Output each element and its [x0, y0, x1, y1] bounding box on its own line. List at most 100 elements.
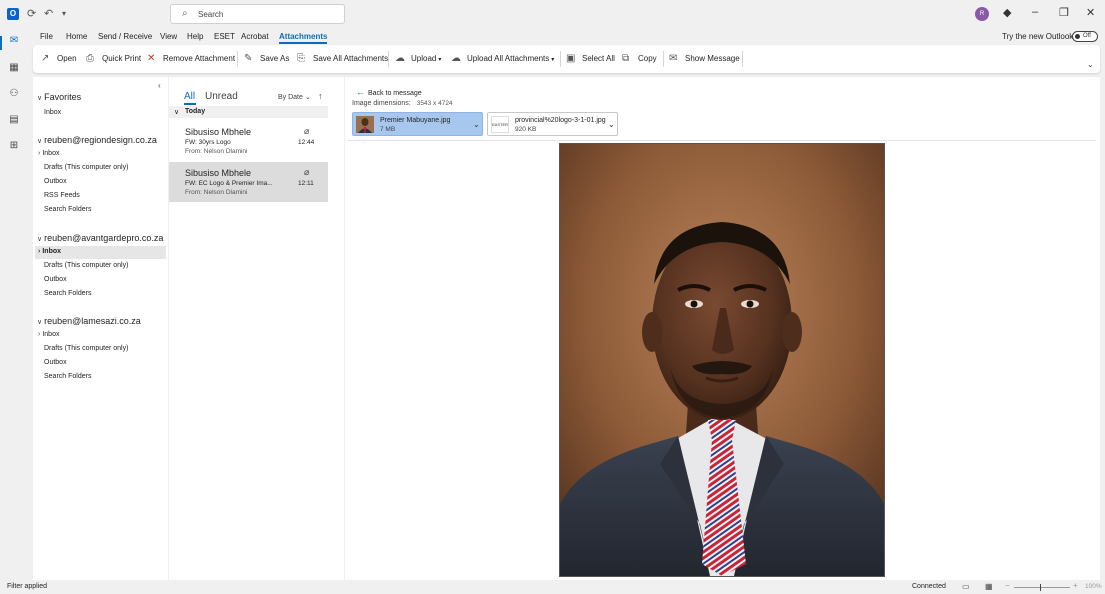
list-item[interactable]: Sibusiso Mbhele FW: 30yrs Logo From: Nel… — [169, 121, 328, 161]
folder-outbox[interactable]: Outbox — [44, 359, 67, 366]
folder-inbox[interactable]: › Inbox — [38, 331, 59, 338]
ribbon-divider — [560, 51, 561, 67]
folder-search-folders[interactable]: Search Folders — [44, 290, 91, 297]
ribbon: ↗ Open ⎙ Quick Print ✕ Remove Attachment ✎ S… — [33, 45, 1100, 73]
attachment-chip[interactable]: Premier Mabuyane.jpg 7 MB ⌄ — [352, 112, 483, 136]
chevron-down-icon[interactable]: ⌄ — [473, 120, 480, 129]
tab-home[interactable]: Home — [66, 32, 87, 41]
search-icon: ⌕ — [182, 8, 188, 19]
save-all-icon: ⎘ — [297, 53, 305, 64]
select-all-button[interactable]: ▣ Select All — [566, 53, 615, 67]
message-from: From: Nelson Dlamini — [185, 148, 248, 155]
sync-icon[interactable]: ⟳ — [27, 7, 36, 20]
cloud-upload-all-icon: ☁ — [451, 53, 461, 64]
select-all-icon: ▣ — [566, 53, 576, 64]
folder-search-folders[interactable]: Search Folders — [44, 206, 91, 213]
toggle-label: Off — [1083, 33, 1091, 39]
zoom-level: 100% — [1085, 583, 1102, 590]
quick-access-dropdown-icon[interactable]: ▾ — [62, 9, 66, 18]
folder-inbox[interactable]: › Inbox — [38, 150, 59, 157]
tasks-icon[interactable]: ▤ — [6, 114, 22, 128]
people-icon[interactable]: ⚇ — [6, 88, 22, 102]
restore-icon[interactable]: ❐ — [1059, 6, 1069, 19]
avatar[interactable]: R — [975, 7, 989, 21]
reading-view-icon[interactable]: ▦ — [985, 582, 993, 591]
premium-diamond-icon[interactable]: ◆ — [1003, 6, 1011, 19]
tab-help[interactable]: Help — [187, 32, 203, 41]
tab-file[interactable]: File — [40, 32, 53, 41]
paperclip-icon: ⌀ — [304, 126, 310, 136]
filter-all-underline — [184, 103, 196, 105]
tab-view[interactable]: View — [160, 32, 177, 41]
tab-acrobat[interactable]: Acrobat — [241, 32, 269, 41]
upload-all-attachments-button[interactable]: ☁ Upload All Attachments ▾ — [451, 53, 554, 67]
minimize-icon[interactable]: – — [1032, 6, 1038, 18]
upload-dropdown-icon: ▾ — [438, 56, 442, 63]
paperclip-icon: ⌀ — [304, 167, 310, 177]
undo-icon[interactable]: ↶ — [44, 7, 53, 20]
folder-drafts[interactable]: Drafts (This computer only) — [44, 345, 128, 352]
group-label: Today — [185, 108, 206, 115]
mail-icon[interactable]: ✉ — [6, 35, 22, 49]
folder-drafts[interactable]: Drafts (This computer only) — [44, 164, 128, 171]
back-to-message-link[interactable]: ← Back to message — [356, 87, 422, 97]
group-header-today[interactable]: ∨ Today — [169, 106, 328, 118]
chevron-down-icon: ∨ — [37, 319, 43, 326]
show-message-button[interactable]: ✉ Show Message — [669, 53, 740, 67]
message-icon: ✉ — [669, 53, 678, 64]
filter-all-tab[interactable]: All — [184, 91, 195, 102]
close-icon[interactable]: ✕ — [1086, 6, 1095, 19]
filter-unread-tab[interactable]: Unread — [205, 91, 238, 102]
ribbon-divider — [237, 51, 238, 67]
collapse-folder-pane-icon[interactable]: ‹ — [158, 81, 161, 90]
copy-button[interactable]: ⧉ Copy — [622, 53, 657, 67]
sort-by-date-dropdown[interactable]: By Date ⌄ — [278, 93, 311, 101]
cloud-upload-icon: ☁ — [395, 53, 405, 64]
save-all-attachments-button[interactable]: ⎘ Save All Attachments — [297, 53, 388, 67]
message-sender: Sibusiso Mbhele — [185, 127, 252, 137]
favorites-inbox[interactable]: Inbox — [44, 109, 61, 116]
attachment-chip[interactable]: EASTERN provincial%20logo-3-1-01.jpg 920… — [487, 112, 618, 136]
folder-outbox[interactable]: Outbox — [44, 276, 67, 283]
search-placeholder: Search — [198, 10, 224, 19]
list-item[interactable]: Sibusiso Mbhele FW: EC Logo & Premier Im… — [169, 162, 328, 202]
folder-drafts[interactable]: Drafts (This computer only) — [44, 262, 128, 269]
remove-attachment-button[interactable]: ✕ Remove Attachment — [147, 53, 235, 67]
folder-search-folders[interactable]: Search Folders — [44, 373, 91, 380]
new-outlook-toggle[interactable]: Off — [1072, 31, 1098, 42]
apps-icon[interactable]: ⊞ — [6, 140, 22, 154]
print-icon: ⎙ — [86, 53, 94, 64]
zoom-in-icon[interactable]: + — [1073, 581, 1078, 590]
chevron-down-icon: ∨ — [37, 95, 43, 102]
menu-bar: File Home Send / Receive View Help ESET … — [28, 28, 1105, 44]
ribbon-divider — [388, 51, 389, 67]
zoom-out-icon[interactable]: − — [1005, 581, 1010, 590]
quick-print-button[interactable]: ⎙ Quick Print — [86, 53, 141, 67]
favorites-header[interactable]: ∨ Favorites — [37, 92, 81, 102]
tab-eset[interactable]: ESET — [214, 32, 235, 41]
search-box[interactable]: ⌕ Search — [170, 4, 345, 24]
zoom-slider-thumb[interactable] — [1040, 584, 1041, 591]
folder-rss-feeds[interactable]: RSS Feeds — [44, 192, 80, 199]
upload-all-dropdown-icon: ▾ — [551, 56, 555, 63]
account-header[interactable]: ∨ reuben@regiondesign.co.za — [37, 135, 157, 145]
attachment-thumbnail — [356, 116, 374, 133]
tab-send-receive[interactable]: Send / Receive — [98, 32, 152, 41]
open-button[interactable]: ↗ Open — [41, 53, 77, 67]
message-time: 12:44 — [298, 139, 315, 146]
save-as-button[interactable]: ✎ Save As — [244, 53, 289, 67]
calendar-icon[interactable]: ▦ — [6, 62, 22, 76]
chevron-down-icon[interactable]: ⌄ — [608, 120, 615, 129]
zoom-slider[interactable] — [1014, 587, 1070, 588]
try-new-outlook-label: Try the new Outlook — [1002, 32, 1074, 41]
account-header[interactable]: ∨ reuben@lamesazi.co.za — [37, 316, 141, 326]
ribbon-expand-chevron-icon[interactable]: ⌄ — [1087, 60, 1094, 69]
upload-button[interactable]: ☁ Upload ▾ — [395, 53, 441, 67]
folder-inbox[interactable]: › Inbox — [38, 248, 61, 255]
sort-direction-icon[interactable]: ↑ — [318, 91, 323, 101]
normal-view-icon[interactable]: ▭ — [962, 582, 970, 591]
portrait-image — [560, 144, 884, 576]
tab-attachments[interactable]: Attachments — [279, 32, 328, 44]
folder-outbox[interactable]: Outbox — [44, 178, 67, 185]
account-header[interactable]: ∨ reuben@avantgardepro.co.za — [37, 233, 163, 243]
